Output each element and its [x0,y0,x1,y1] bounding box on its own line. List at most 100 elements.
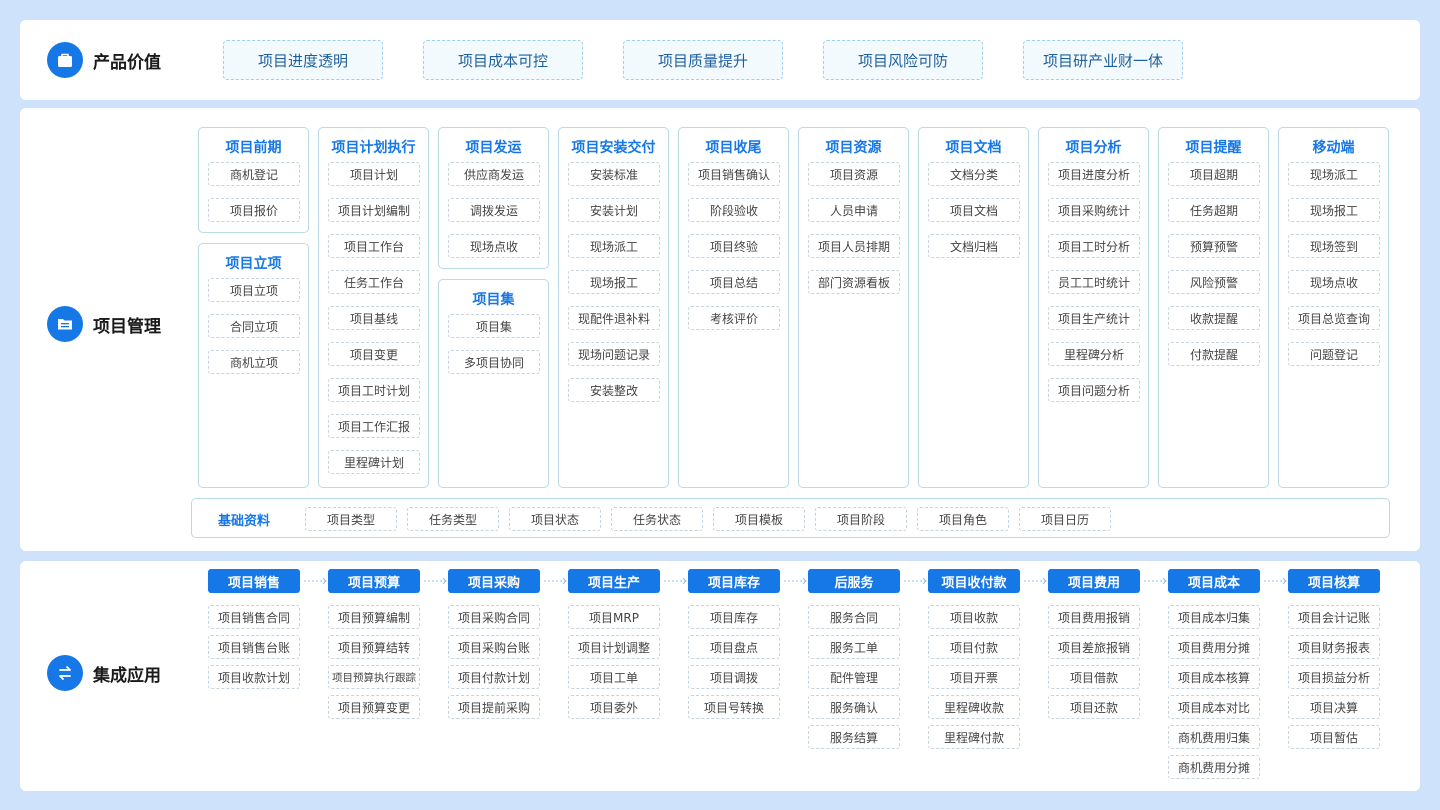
module-item: 项目报价 [208,198,300,222]
module-item: 现场问题记录 [568,342,660,366]
integration-item: 里程碑收款 [928,695,1020,719]
flow-arrow-icon [664,577,687,585]
flow-arrow-icon [1024,577,1047,585]
project-management-heading: 项目管理 [47,306,161,342]
module-title: 项目前期 [225,140,282,156]
module-item: 项目工时计划 [328,378,420,402]
module-item: 现场报工 [1288,198,1380,222]
module-item: 商机立项 [208,350,300,374]
value-pill: 项目成本可控 [423,40,583,80]
module-column: 项目计划执行 项目计划 项目计划编制 项目工作台 任务工作台 项目基线 项目变更 项目工时计划… [318,127,429,488]
module-item: 项目人员排期 [808,234,900,258]
module-item: 现场点收 [1288,270,1380,294]
module-item: 现场点收 [448,234,540,258]
module-title: 项目提醒 [1185,140,1242,156]
integration-item: 服务结算 [808,725,900,749]
base-data-item: 项目日历 [1019,507,1111,531]
base-data-bar: 基础资料 项目类型 任务类型 项目状态 任务状态 项目模板 项目阶段 项目角色 项目日历 [191,498,1390,538]
integration-item: 项目计划调整 [568,635,660,659]
module-item: 预算预警 [1168,234,1260,258]
module-item: 项目文档 [928,198,1020,222]
integration-item: 项目预算结转 [328,635,420,659]
integration-item: 项目成本核算 [1168,665,1260,689]
module-item: 现场派工 [568,234,660,258]
folder-list-icon [47,306,83,342]
base-data-item: 项目状态 [509,507,601,531]
section-title: 集成应用 [93,665,161,686]
integration-column-title: 项目生产 [568,569,660,593]
module-item: 项目变更 [328,342,420,366]
integration-item: 项目调拨 [688,665,780,689]
integration-item: 服务合同 [808,605,900,629]
module-item: 风险预警 [1168,270,1260,294]
module-item: 安装计划 [568,198,660,222]
integration-item: 项目MRP [568,605,660,629]
base-data-item: 任务类型 [407,507,499,531]
integration-item: 项目成本归集 [1168,605,1260,629]
module-item: 项目总览查询 [1288,306,1380,330]
module-item: 问题登记 [1288,342,1380,366]
briefcase-icon [47,42,83,78]
integration-item: 项目费用报销 [1048,605,1140,629]
module-item: 里程碑分析 [1048,342,1140,366]
value-pill: 项目研产业财一体 [1023,40,1183,80]
integration-item: 项目收款 [928,605,1020,629]
integration-item: 项目收款计划 [208,665,300,689]
section-title: 项目管理 [93,316,161,337]
module-item: 里程碑计划 [328,450,420,474]
product-value-heading: 产品价值 [47,42,161,78]
module-item: 项目基线 [328,306,420,330]
module-item: 收款提醒 [1168,306,1260,330]
module-item: 项目问题分析 [1048,378,1140,402]
flow-arrow-icon [424,577,447,585]
module-column: 项目文档 文档分类 项目文档 文档归档 [918,127,1029,488]
integration-column-title: 项目核算 [1288,569,1380,593]
module-item: 现场派工 [1288,162,1380,186]
module-item: 项目超期 [1168,162,1260,186]
module-item: 文档分类 [928,162,1020,186]
integration-item: 项目还款 [1048,695,1140,719]
integration-item: 项目库存 [688,605,780,629]
integration-item: 项目开票 [928,665,1020,689]
module-item: 项目采购统计 [1048,198,1140,222]
module-item: 项目计划编制 [328,198,420,222]
module-title: 项目计划执行 [331,140,416,156]
module-title: 项目立项 [225,256,282,272]
integration-item: 项目工单 [568,665,660,689]
integration-item: 项目付款 [928,635,1020,659]
module-item: 商机登记 [208,162,300,186]
module-item: 人员申请 [808,198,900,222]
base-data-item: 项目阶段 [815,507,907,531]
integration-item: 配件管理 [808,665,900,689]
integration-item: 项目成本对比 [1168,695,1260,719]
integration-item: 项目财务报表 [1288,635,1380,659]
flow-arrow-icon [784,577,807,585]
flow-arrow-icon [904,577,927,585]
integration-item: 项目费用分摊 [1168,635,1260,659]
module-item: 项目工作汇报 [328,414,420,438]
integration-column-title: 项目成本 [1168,569,1260,593]
module-item: 现配件退补料 [568,306,660,330]
module-item: 多项目协同 [448,350,540,374]
module-title: 项目发运 [465,140,522,156]
integration-column-title: 项目库存 [688,569,780,593]
module-item: 项目计划 [328,162,420,186]
integration-item: 项目采购合同 [448,605,540,629]
integration-item: 项目预算变更 [328,695,420,719]
product-value-panel: 产品价值 项目进度透明 项目成本可控 项目质量提升 项目风险可防 项目研产业财一体 [20,20,1420,100]
value-pill: 项目进度透明 [223,40,383,80]
integration-item: 服务确认 [808,695,900,719]
module-item: 供应商发运 [448,162,540,186]
integration-item: 商机费用归集 [1168,725,1260,749]
module-column: 移动端 现场派工 现场报工 现场签到 现场点收 项目总览查询 问题登记 [1278,127,1389,488]
module-column: 项目集 项目集 多项目协同 [438,279,549,488]
integration-item: 项目采购台账 [448,635,540,659]
integration-item: 项目号转换 [688,695,780,719]
base-data-item: 项目类型 [305,507,397,531]
integration-item: 项目预算执行跟踪 [328,665,420,689]
integration-item: 项目决算 [1288,695,1380,719]
base-data-title: 基础资料 [218,514,271,529]
module-item: 考核评价 [688,306,780,330]
module-item: 现场报工 [568,270,660,294]
module-column: 项目发运 供应商发运 调拨发运 现场点收 [438,127,549,269]
